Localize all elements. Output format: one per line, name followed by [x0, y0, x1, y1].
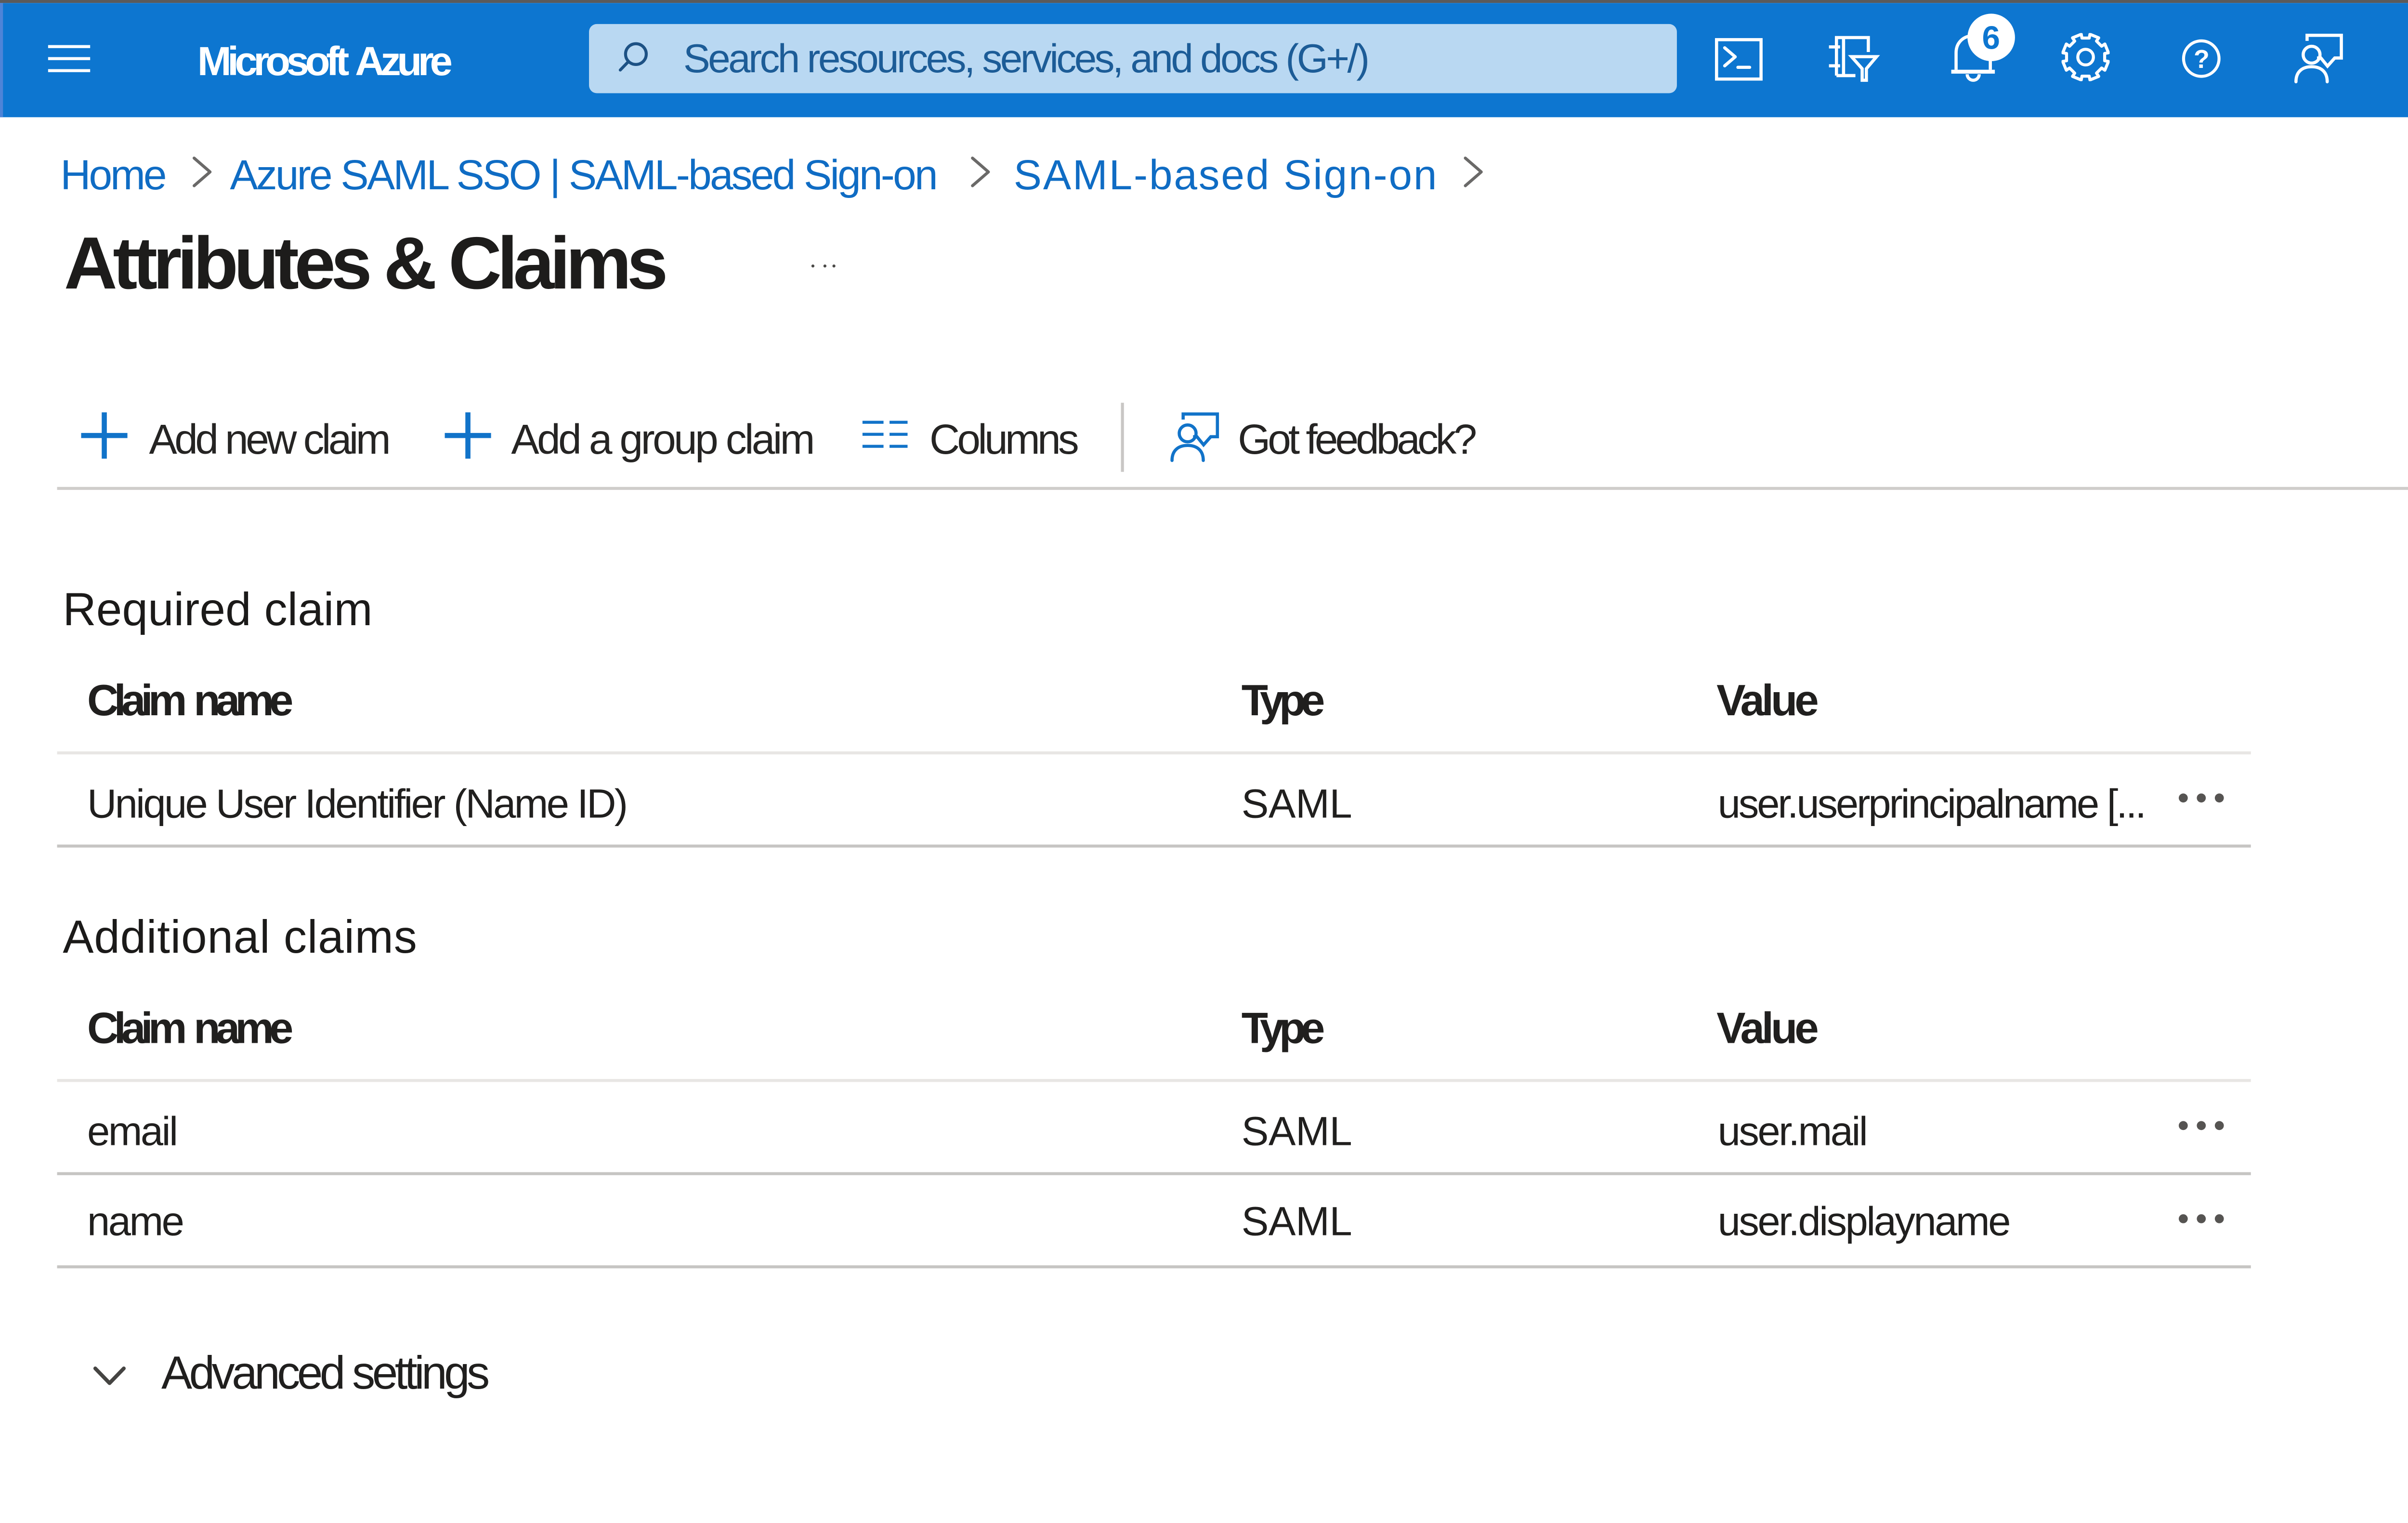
svg-text:6: 6	[1982, 21, 2000, 57]
svg-text:?: ?	[2194, 45, 2210, 74]
